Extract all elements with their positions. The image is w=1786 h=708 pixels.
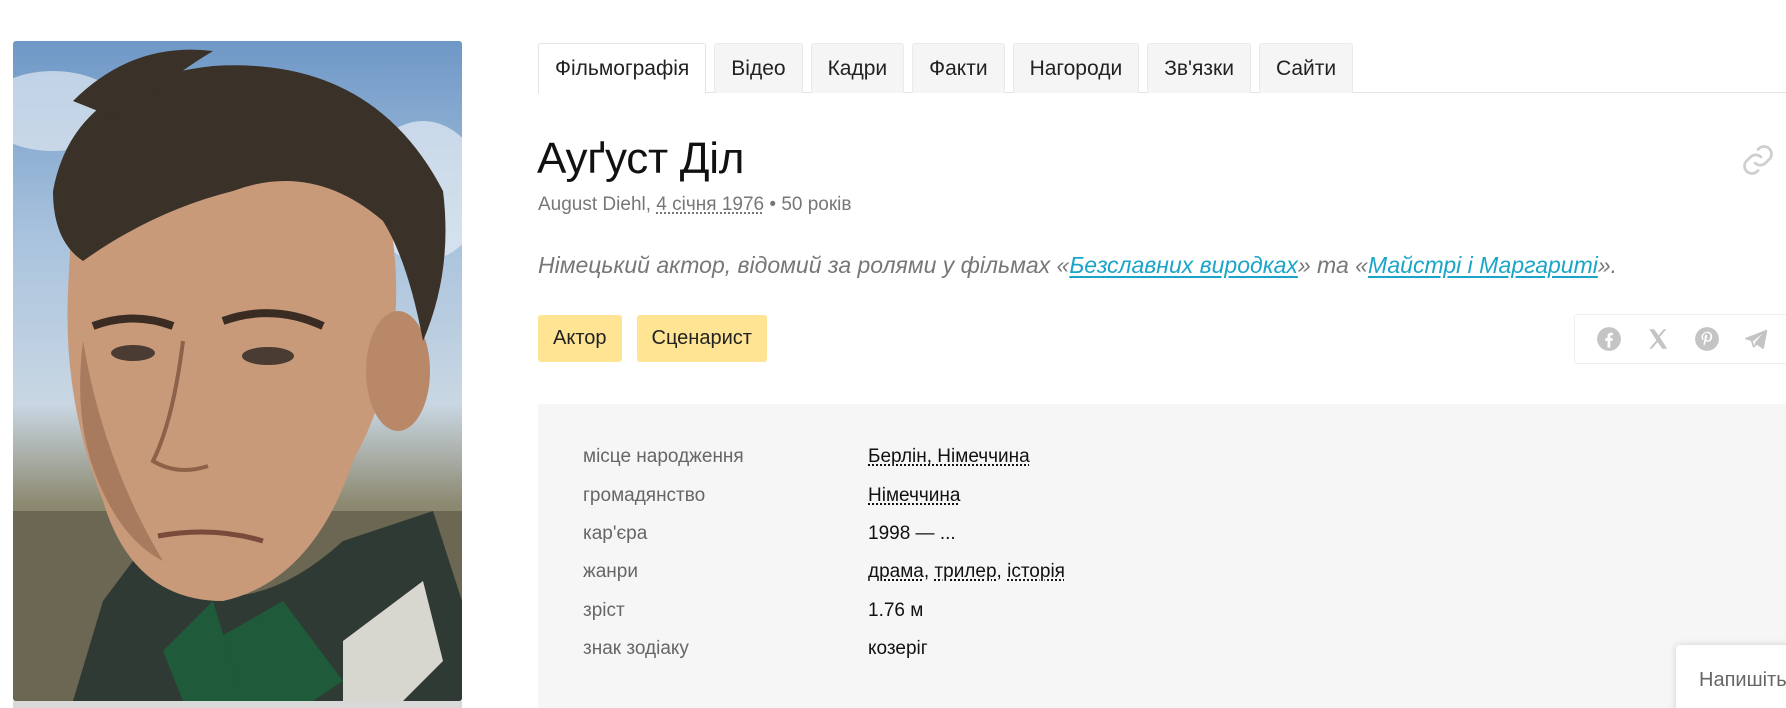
- info-row-birthplace: місце народження Берлін, Німеччина: [583, 442, 1030, 472]
- birth-date-link[interactable]: 4 січня 1976: [656, 194, 764, 215]
- x-icon[interactable]: [1645, 326, 1671, 352]
- chat-widget-button[interactable]: Напишіть: [1676, 645, 1786, 708]
- height-value: 1.76 м: [868, 600, 924, 621]
- genre-link-drama[interactable]: драма: [868, 561, 924, 582]
- original-name: August Diehl: [538, 194, 646, 215]
- zodiac-value: козеріг: [868, 638, 928, 659]
- tab-video[interactable]: Відео: [714, 43, 803, 93]
- tab-filmography[interactable]: Фільмографія: [538, 43, 707, 94]
- age: 50 років: [781, 194, 852, 215]
- share-bar: [1574, 314, 1786, 364]
- info-row-genres: жанри драма, трилер, історія: [583, 557, 1065, 587]
- info-value: драма, трилер, історія: [868, 561, 1065, 582]
- tab-stills[interactable]: Кадри: [810, 43, 905, 93]
- tab-awards[interactable]: Нагороди: [1012, 43, 1140, 93]
- role-actor[interactable]: Актор: [538, 315, 622, 362]
- link-icon[interactable]: [1740, 142, 1776, 178]
- section-tabs: Фільмографія Відео Кадри Факти Нагороди …: [538, 43, 1786, 94]
- info-value: Німеччина: [868, 485, 960, 507]
- tab-facts[interactable]: Факти: [912, 43, 1005, 93]
- role-screenwriter[interactable]: Сценарист: [636, 315, 767, 362]
- info-row-zodiac: знак зодіаку козеріг: [583, 634, 928, 664]
- role-badges: Актор Сценарист: [538, 315, 767, 362]
- person-description: Німецький актор, відомий за ролями у філ…: [538, 252, 1617, 279]
- portrait-illustration: [13, 49, 462, 701]
- person-info-panel: місце народження Берлін, Німеччина грома…: [538, 404, 1786, 708]
- birthplace-link[interactable]: Берлін, Німеччина: [868, 446, 1030, 467]
- pinterest-icon[interactable]: [1694, 326, 1720, 352]
- tab-sites[interactable]: Сайти: [1258, 43, 1354, 93]
- desc-prefix: Німецький актор, відомий за ролями у філ…: [538, 252, 1070, 278]
- telegram-icon[interactable]: [1743, 326, 1769, 352]
- career-value: 1998 — ...: [868, 523, 956, 544]
- info-label: зріст: [583, 600, 625, 621]
- desc-middle: » та «: [1297, 252, 1368, 278]
- desc-suffix: ».: [1597, 252, 1618, 278]
- genre-link-history[interactable]: історія: [1007, 561, 1065, 582]
- film-link-master-margarita[interactable]: Майстрі і Маргариті: [1368, 252, 1598, 278]
- info-label: громадянство: [583, 485, 706, 506]
- film-link-inglourious[interactable]: Безславних виродках: [1069, 252, 1298, 278]
- info-row-career: кар'єра 1998 — ...: [583, 519, 956, 549]
- actor-portrait: [13, 41, 462, 701]
- info-value: Берлін, Німеччина: [868, 446, 1030, 468]
- person-name: Ауґуст Діл: [537, 134, 745, 183]
- info-row-citizenship: громадянство Німеччина: [583, 481, 960, 511]
- citizenship-link[interactable]: Німеччина: [868, 485, 960, 506]
- genre-link-thriller[interactable]: трилер: [934, 561, 996, 582]
- info-label: жанри: [583, 561, 638, 582]
- tab-connections[interactable]: Зв'язки: [1147, 43, 1251, 93]
- facebook-icon[interactable]: [1596, 326, 1622, 352]
- person-subtitle: August Diehl, 4 січня 1976 • 50 років: [538, 194, 852, 215]
- portrait-bottom-bar: [13, 701, 462, 708]
- info-label: знак зодіаку: [583, 638, 689, 659]
- info-label: місце народження: [583, 446, 744, 467]
- info-label: кар'єра: [583, 523, 648, 544]
- info-row-height: зріст 1.76 м: [583, 596, 923, 626]
